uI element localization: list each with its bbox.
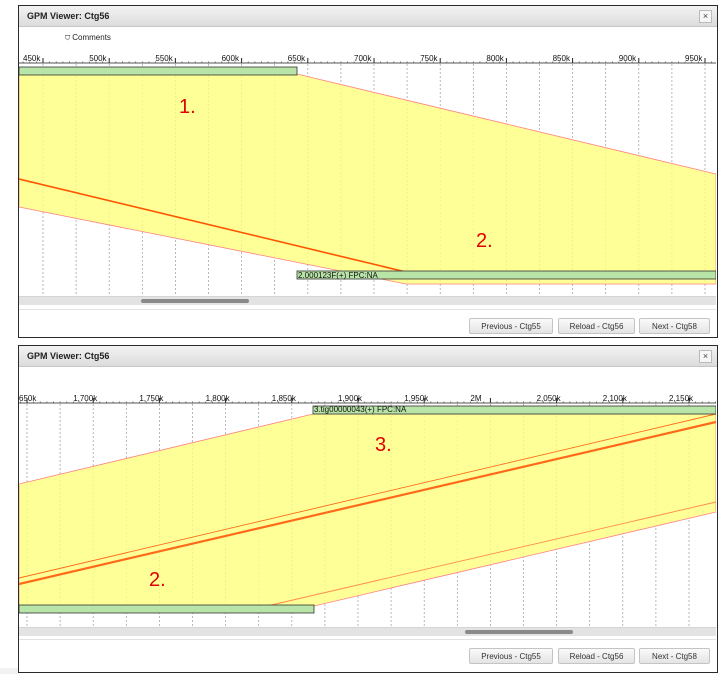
tick-label: 2,050k (537, 394, 562, 403)
navigation-bar: Previous - Ctg55 Reload - Ctg56 Next - C… (19, 309, 716, 338)
annotation-2: 2. (476, 230, 493, 252)
gpm-viewer-window-bottom: GPM Viewer: Ctg56 × 650k 1,700k 1,750k 1,80… (18, 345, 718, 673)
annotation-2: 2. (149, 569, 166, 591)
tick-label: 1,900k (338, 394, 363, 403)
horizontal-scrollbar[interactable] (19, 627, 716, 636)
alignment-band (19, 73, 716, 285)
alignment-view[interactable]: 650k 1,700k 1,750k 1,800k 1,850k 1,900k 1,950k… (19, 388, 716, 628)
gpm-viewer-window-top: GPM Viewer: Ctg56 × ⛉ Comments 450k 500k 55… (18, 5, 718, 338)
tick-label: 1,850k (272, 394, 297, 403)
ruler: 650k 1,700k 1,750k 1,800k 1,850k 1,900k 1,950k… (19, 394, 716, 404)
tick-label: 1,800k (206, 394, 231, 403)
reload-contig-button[interactable]: Reload - Ctg56 (558, 318, 635, 334)
reload-contig-button[interactable]: Reload - Ctg56 (558, 648, 635, 664)
tick-label: 650k (19, 394, 37, 403)
tick-label: 650k (288, 54, 306, 63)
comments-link[interactable]: ⛉ Comments (65, 33, 111, 43)
window-titlebar[interactable]: GPM Viewer: Ctg56 × (19, 6, 717, 27)
tick-label: 2,150k (669, 394, 694, 403)
comments-label: Comments (72, 33, 111, 42)
alignment-canvas[interactable]: 450k 500k 550k 600k 650k 700k 750k 800k 850k 900k… (19, 52, 716, 296)
tick-label: 550k (155, 54, 173, 63)
scrollbar-thumb[interactable] (141, 299, 249, 303)
tick-label: 800k (486, 54, 504, 63)
alignment-view[interactable]: 450k 500k 550k 600k 650k 700k 750k 800k 850k 900k… (19, 52, 716, 296)
tick-label: 700k (354, 54, 372, 63)
annotation-1: 1. (179, 96, 196, 118)
next-contig-button[interactable]: Next - Ctg58 (639, 648, 710, 664)
comment-icon: ⛉ (65, 35, 71, 42)
tick-label: 950k (685, 54, 703, 63)
contig-bar-lower[interactable] (19, 604, 315, 614)
tick-label: 450k (23, 54, 41, 63)
previous-contig-button[interactable]: Previous - Ctg55 (469, 648, 553, 664)
scrollbar-thumb[interactable] (465, 630, 573, 634)
next-contig-button[interactable]: Next - Ctg58 (639, 318, 710, 334)
tick-label: 500k (89, 54, 107, 63)
navigation-bar: Previous - Ctg55 Reload - Ctg56 Next - C… (19, 639, 716, 673)
alignment-canvas[interactable]: 650k 1,700k 1,750k 1,800k 1,850k 1,900k 1,950k… (19, 388, 716, 628)
horizontal-scrollbar[interactable] (19, 296, 716, 305)
tick-label: 1,950k (404, 394, 429, 403)
alignment-band (19, 413, 716, 607)
tick-label: 900k (619, 54, 637, 63)
tick-label: 1,750k (139, 394, 164, 403)
contig-label: 3.tig00000043(+) FPC:NA (314, 405, 407, 414)
page-edge (0, 668, 18, 674)
annotation-3: 3. (375, 434, 392, 456)
tick-label: 2M (470, 394, 481, 403)
window-titlebar[interactable]: GPM Viewer: Ctg56 × (19, 346, 717, 367)
window-title: GPM Viewer: Ctg56 (27, 11, 110, 21)
contig-label: 2.000123F(+) FPC:NA (298, 271, 378, 280)
window-title: GPM Viewer: Ctg56 (27, 351, 110, 361)
contig-bar-upper[interactable] (19, 66, 298, 76)
tick-label: 1,700k (73, 394, 98, 403)
tick-label: 850k (553, 54, 571, 63)
ruler: 450k 500k 550k 600k 650k 700k 750k 800k 850k 900k… (19, 54, 716, 64)
previous-contig-button[interactable]: Previous - Ctg55 (469, 318, 553, 334)
tick-label: 2,100k (603, 394, 628, 403)
close-icon[interactable]: × (699, 10, 712, 23)
tick-label: 600k (222, 54, 240, 63)
close-icon[interactable]: × (699, 350, 712, 363)
tick-label: 750k (420, 54, 438, 63)
